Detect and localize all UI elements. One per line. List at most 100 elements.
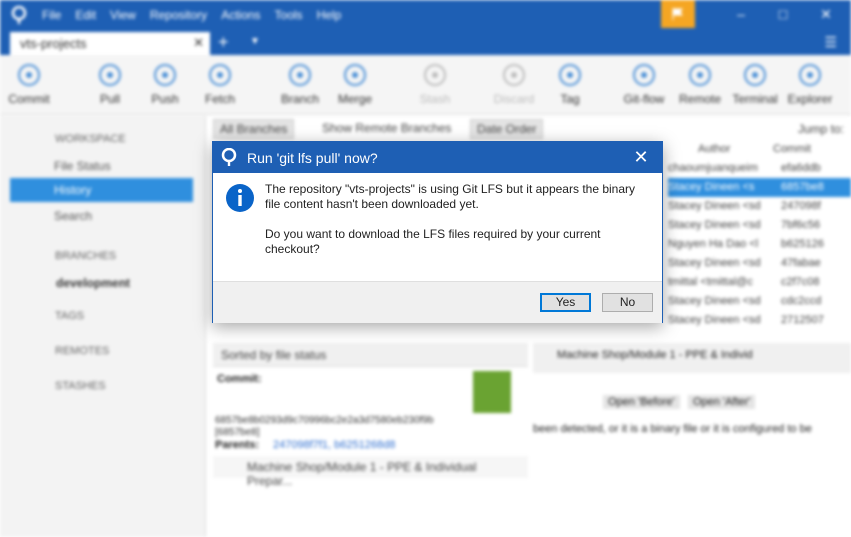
- toolbar-label: Explorer: [787, 92, 833, 106]
- sidebar-branches-header[interactable]: BRANCHES: [0, 245, 206, 269]
- sidebar-remotes-header[interactable]: REMOTES: [0, 340, 206, 364]
- commit-row[interactable]: Stacey Dineen <sd cdc2ccd: [668, 292, 851, 311]
- sidebar-tags-header[interactable]: TAGS: [0, 305, 206, 329]
- stash-icon: [424, 64, 446, 86]
- toolbar-pull-button[interactable]: Pull: [82, 63, 138, 106]
- commit-author: Stacey Dineen <sd: [668, 314, 761, 326]
- toolbar-tag-button[interactable]: Tag: [542, 63, 598, 106]
- commit-row[interactable]: Stacey Dineen <sd 2712507: [668, 311, 851, 330]
- date-order-select[interactable]: Date Order: [470, 119, 544, 139]
- sidebar-item-search[interactable]: Search: [0, 204, 206, 228]
- commit-hash-short: 47fabae: [781, 257, 821, 269]
- commit-row[interactable]: Stacey Dineen <sd 47fabae: [668, 254, 851, 273]
- toolbar-push-button[interactable]: Push: [137, 63, 193, 106]
- remote-icon: [689, 64, 711, 86]
- toolbar-label: Terminal: [732, 92, 778, 106]
- jump-to-label: Jump to:: [798, 122, 845, 136]
- toolbar-label: Pull: [99, 92, 120, 106]
- tab-list-chevron-icon[interactable]: ▼: [250, 36, 260, 47]
- commit-author: Stacey Dineen <s: [668, 181, 755, 193]
- author-column-header[interactable]: Author: [668, 143, 773, 159]
- commit-hash-short: 2712507: [781, 314, 824, 326]
- menu-actions[interactable]: Actions: [221, 8, 260, 22]
- changed-file-item[interactable]: Machine Shop/Module 1 - PPE & Individual…: [213, 456, 528, 488]
- tab-vts-projects[interactable]: vts-projects ✕: [10, 32, 210, 55]
- toolbar-label: Branch: [280, 92, 320, 106]
- yes-button[interactable]: Yes: [540, 293, 591, 312]
- commit-hash: 6857be8b0293d9c70996bc2e2a3d7580eb230f9b: [215, 415, 434, 426]
- toolbar-gitflow-button[interactable]: Git-flow: [616, 63, 672, 106]
- commit-row[interactable]: tmittal <tmittal@c c2f7c08: [668, 273, 851, 292]
- terminal-icon: [744, 64, 766, 86]
- no-button[interactable]: No: [602, 293, 653, 312]
- toolbar-label: Merge: [337, 92, 372, 106]
- menu-edit[interactable]: Edit: [75, 8, 96, 22]
- menu-repository[interactable]: Repository: [150, 8, 207, 22]
- close-tab-icon[interactable]: ✕: [193, 35, 204, 51]
- toolbar-fetch-button[interactable]: Fetch: [192, 63, 248, 106]
- commit-hash-short: c2f7c08: [781, 276, 820, 288]
- merge-icon: [344, 64, 366, 86]
- diff-file-header: Machine Shop/Module 1 - PPE & Individ: [533, 343, 851, 373]
- dialog-close-button[interactable]: ✕: [624, 145, 658, 169]
- toolbar-label: Commit: [8, 92, 50, 106]
- commit-row[interactable]: chaoumjuanqueim efa6ddb: [668, 159, 851, 178]
- toolbar-branch-button[interactable]: Branch: [272, 63, 328, 106]
- toolbar-stash-button[interactable]: Stash: [407, 63, 463, 106]
- toolbar-label: Tag: [560, 92, 580, 106]
- sort-select[interactable]: Sorted by file status: [213, 343, 528, 367]
- sidebar-item-file-status[interactable]: File Status: [0, 154, 206, 178]
- pull-icon: [99, 64, 121, 86]
- toolbar-terminal-button[interactable]: Terminal: [727, 63, 783, 106]
- commit-author: Stacey Dineen <sd: [668, 200, 761, 212]
- parents-label: Parents:: [215, 439, 260, 451]
- commit-row[interactable]: Stacey Dineen <s 6857be8: [668, 178, 851, 197]
- parents-links[interactable]: 247098f7f1, b6251268d8: [273, 439, 395, 451]
- open-before-button[interactable]: Open 'Before': [603, 395, 680, 409]
- commit-row[interactable]: Stacey Dineen <sd 7bf6c56: [668, 216, 851, 235]
- commit-icon: [18, 64, 40, 86]
- toolbar-label: Git-flow: [623, 92, 665, 106]
- commit-label: Commit:: [217, 373, 262, 385]
- menu-help[interactable]: Help: [317, 8, 342, 22]
- toolbar-remote-button[interactable]: Remote: [672, 63, 728, 106]
- toolbar-merge-button[interactable]: Merge: [327, 63, 383, 106]
- notification-flag-button[interactable]: [661, 0, 695, 28]
- binary-file-message: been detected, or it is a binary file or…: [533, 423, 812, 435]
- sidebar-branch-development[interactable]: development: [0, 271, 206, 295]
- sourcetree-logo-icon: [11, 6, 27, 24]
- commit-row[interactable]: Stacey Dineen <sd 247098f: [668, 197, 851, 216]
- commit-hash-short: b625126: [781, 238, 824, 250]
- toolbar-label: Remote: [678, 92, 722, 106]
- menu-tools[interactable]: Tools: [275, 8, 303, 22]
- open-after-button[interactable]: Open 'After': [688, 395, 756, 409]
- close-window-button[interactable]: ✕: [818, 6, 834, 22]
- column-headers: Author Commit: [668, 140, 851, 159]
- show-remote-branches-checkbox[interactable]: Show Remote Branches: [316, 119, 457, 139]
- minimize-button[interactable]: –: [733, 6, 749, 22]
- toolbar-label: Discard: [493, 92, 535, 106]
- discard-icon: [503, 64, 525, 86]
- dialog-title: Run 'git lfs pull' now?: [247, 150, 378, 166]
- hamburger-menu-icon[interactable]: ☰: [824, 34, 837, 51]
- sidebar-workspace-header: WORKSPACE: [55, 133, 126, 145]
- maximize-button[interactable]: □: [775, 6, 791, 22]
- new-tab-button[interactable]: +: [218, 32, 229, 53]
- sidebar-item-history[interactable]: History: [10, 178, 193, 202]
- commit-row[interactable]: Nguyen Ha Dao <l b625126: [668, 235, 851, 254]
- tag-icon: [559, 64, 581, 86]
- toolbar-explorer-button[interactable]: Explorer: [782, 63, 838, 106]
- tab-label: vts-projects: [20, 36, 87, 51]
- menu-file[interactable]: File: [42, 8, 61, 22]
- commit-hash-short: 247098f: [781, 200, 821, 212]
- branches-filter-select[interactable]: All Branches: [213, 119, 295, 139]
- toolbar-commit-button[interactable]: Commit: [1, 63, 57, 106]
- menu-bar: File Edit View Repository Actions Tools …: [42, 8, 355, 22]
- menu-view[interactable]: View: [110, 8, 136, 22]
- commit-author: Stacey Dineen <sd: [668, 295, 761, 307]
- explorer-icon: [799, 64, 821, 86]
- toolbar-discard-button[interactable]: Discard: [486, 63, 542, 106]
- commit-column-header[interactable]: Commit: [773, 143, 833, 159]
- commit-author: chaoumjuanqueim: [668, 162, 758, 174]
- sidebar-stashes-header[interactable]: STASHES: [0, 375, 206, 399]
